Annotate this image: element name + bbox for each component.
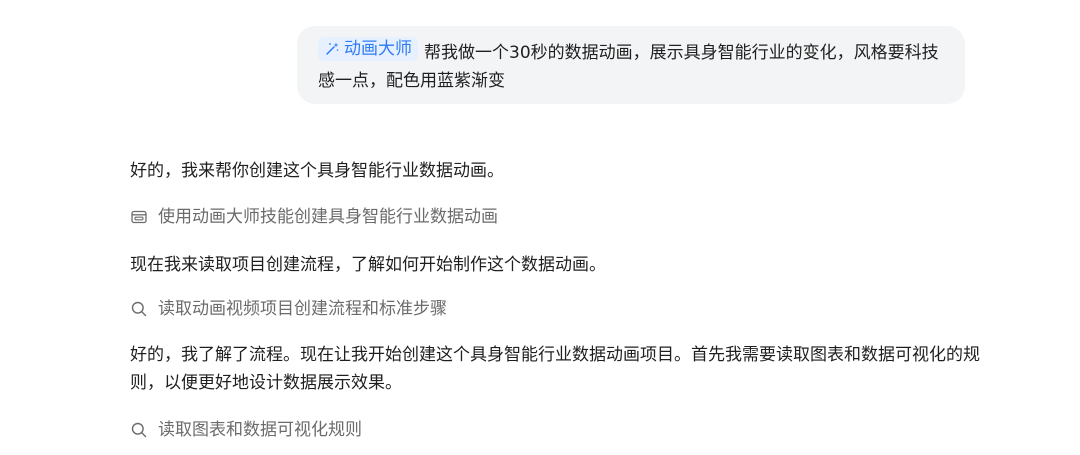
user-message-bubble: 动画大师 帮我做一个30秒的数据动画，展示具身智能行业的变化，风格要科技感一点，… bbox=[297, 26, 965, 104]
skill-icon bbox=[130, 208, 148, 226]
search-icon bbox=[130, 421, 148, 439]
search-icon bbox=[130, 300, 148, 318]
step-use-skill-text: 使用动画大师技能创建具身智能行业数据动画 bbox=[158, 207, 498, 227]
step-use-skill[interactable]: 使用动画大师技能创建具身智能行业数据动画 bbox=[130, 205, 498, 229]
step-read-chart-rules-text: 读取图表和数据可视化规则 bbox=[158, 420, 362, 440]
step-read-project-flow-text: 读取动画视频项目创建流程和标准步骤 bbox=[158, 299, 447, 319]
magic-wand-icon bbox=[324, 41, 340, 57]
skill-tag-label: 动画大师 bbox=[344, 39, 412, 59]
assistant-reply-1: 好的，我来帮你创建这个具身智能行业数据动画。 bbox=[130, 161, 504, 181]
skill-tag[interactable]: 动画大师 bbox=[318, 37, 418, 61]
step-read-project-flow[interactable]: 读取动画视频项目创建流程和标准步骤 bbox=[130, 297, 447, 321]
assistant-reply-3: 好的，我了解了流程。现在让我开始创建这个具身智能行业数据动画项目。首先我需要读取… bbox=[130, 345, 980, 393]
step-read-chart-rules[interactable]: 读取图表和数据可视化规则 bbox=[130, 418, 362, 442]
assistant-reply-2: 现在我来读取项目创建流程，了解如何开始制作这个数据动画。 bbox=[130, 255, 606, 275]
